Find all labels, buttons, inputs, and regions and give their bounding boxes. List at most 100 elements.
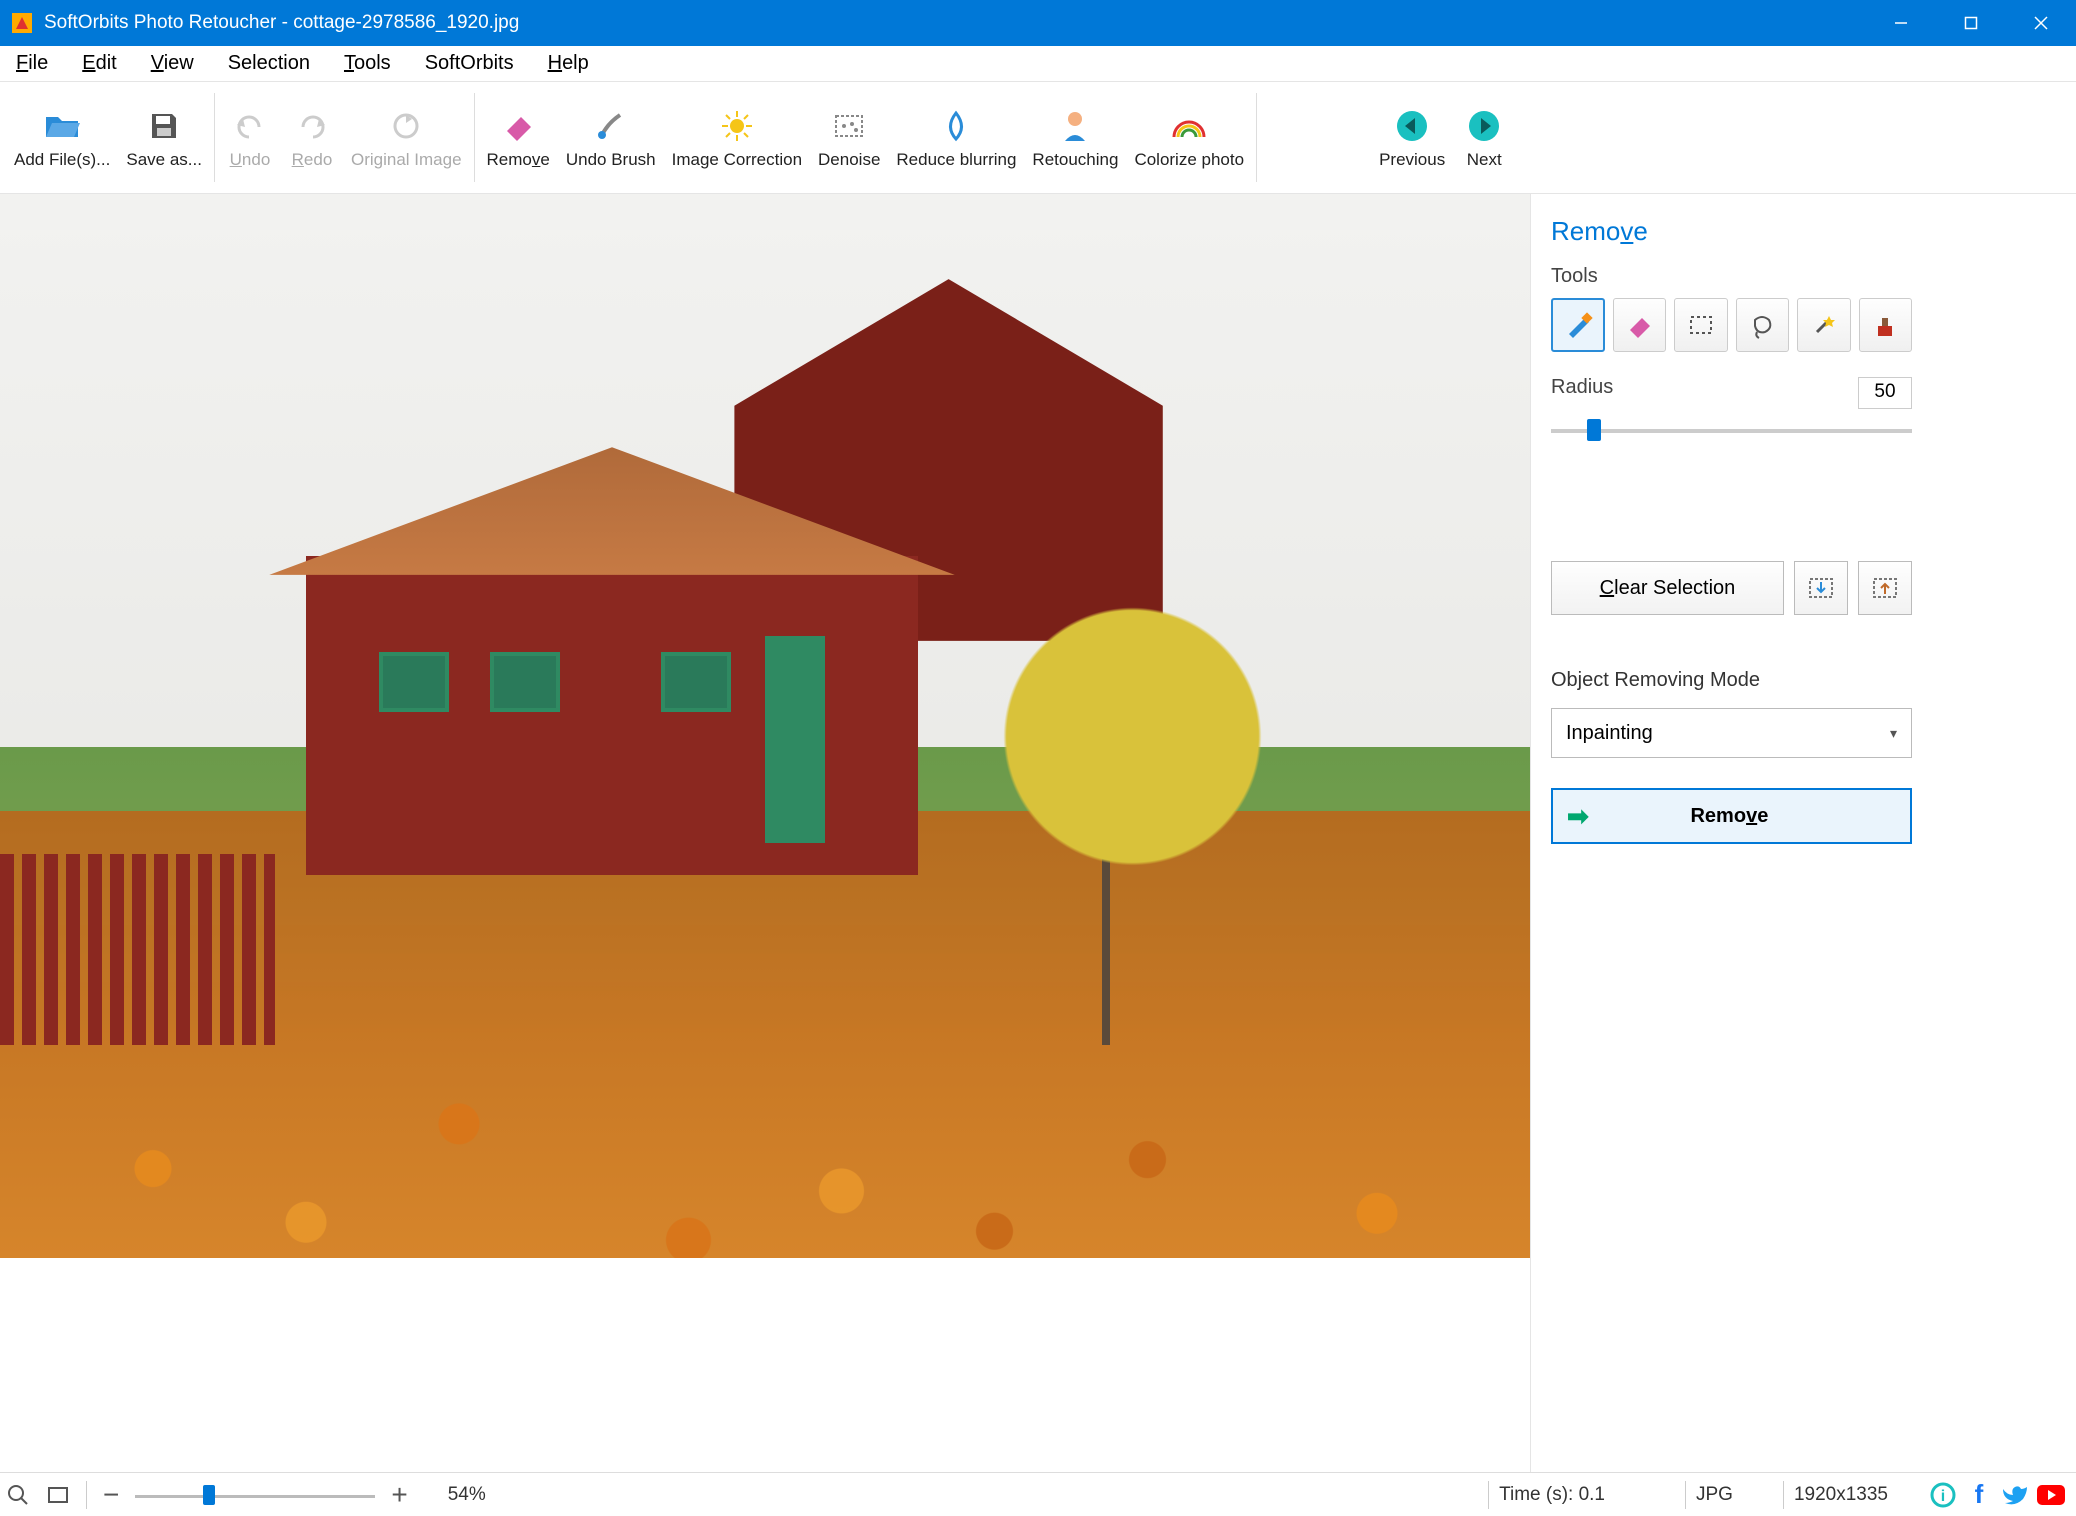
mode-value: Inpainting	[1566, 722, 1653, 745]
remove-action-label: Remove	[1690, 805, 1768, 828]
zoom-percent: 54%	[448, 1484, 486, 1506]
menu-tools[interactable]: Tools	[336, 50, 399, 77]
status-bar: − + 54% Time (s): 0.1 JPG 1920x1335 i f	[0, 1472, 2076, 1516]
menu-softorbits[interactable]: SoftOrbits	[417, 50, 522, 77]
brush-icon	[594, 106, 628, 146]
original-image-label: Original Image	[351, 150, 462, 170]
tools-label: Tools	[1551, 265, 1912, 288]
next-label: Next	[1467, 150, 1502, 170]
arrow-left-circle-icon	[1395, 106, 1429, 146]
zoom-out-button[interactable]: −	[103, 1479, 119, 1511]
fit-screen-icon[interactable]	[46, 1483, 70, 1507]
mode-dropdown[interactable]: Inpainting ▾	[1551, 708, 1912, 758]
window-title: SoftOrbits Photo Retoucher - cottage-297…	[44, 12, 1866, 34]
redo-icon	[295, 106, 329, 146]
save-selection-button[interactable]	[1858, 561, 1912, 615]
retouching-button[interactable]: Retouching	[1024, 88, 1126, 187]
remove-tool-label: Remove	[487, 150, 550, 170]
close-button[interactable]	[2006, 0, 2076, 46]
remove-action-button[interactable]: ➡ Remove	[1551, 788, 1912, 844]
image-canvas[interactable]	[0, 194, 1530, 1258]
menu-view[interactable]: View	[143, 50, 202, 77]
remove-tool-button[interactable]: Remove	[479, 88, 558, 187]
redo-button[interactable]: Redo	[281, 88, 343, 187]
undo-button[interactable]: Undo	[219, 88, 281, 187]
window-controls	[1866, 0, 2076, 46]
menu-selection[interactable]: Selection	[220, 50, 318, 77]
marker-tool[interactable]	[1551, 298, 1605, 352]
save-icon	[148, 106, 180, 146]
side-panel: Remove Tools Radius 50 Clear Selection O…	[1530, 194, 1932, 1472]
magic-wand-tool[interactable]	[1797, 298, 1851, 352]
lasso-tool[interactable]	[1736, 298, 1790, 352]
reduce-blurring-button[interactable]: Reduce blurring	[888, 88, 1024, 187]
rainbow-icon	[1170, 106, 1208, 146]
colorize-photo-label: Colorize photo	[1134, 150, 1244, 170]
retouching-label: Retouching	[1032, 150, 1118, 170]
undo-brush-button[interactable]: Undo Brush	[558, 88, 664, 187]
undo-brush-label: Undo Brush	[566, 150, 656, 170]
menu-help[interactable]: Help	[540, 50, 597, 77]
tool-grid	[1551, 298, 1912, 352]
clear-selection-button[interactable]: Clear Selection	[1551, 561, 1784, 615]
app-icon	[10, 11, 34, 35]
image-correction-label: Image Correction	[672, 150, 802, 170]
title-bar: SoftOrbits Photo Retoucher - cottage-297…	[0, 0, 2076, 46]
denoise-icon	[832, 106, 866, 146]
sun-icon	[720, 106, 754, 146]
person-icon	[1060, 106, 1090, 146]
menu-edit[interactable]: Edit	[74, 50, 124, 77]
original-image-button[interactable]: Original Image	[343, 88, 470, 187]
radius-label: Radius	[1551, 376, 1613, 399]
next-button[interactable]: Next	[1453, 88, 1515, 187]
menu-bar: File Edit View Selection Tools SoftOrbit…	[0, 46, 2076, 82]
status-format: JPG	[1696, 1484, 1733, 1506]
panel-title: Remove	[1551, 216, 1912, 247]
facebook-icon[interactable]: f	[1964, 1480, 1994, 1510]
colorize-photo-button[interactable]: Colorize photo	[1126, 88, 1252, 187]
reduce-blurring-label: Reduce blurring	[896, 150, 1016, 170]
redo-label: Redo	[292, 150, 333, 170]
social-links: i f	[1928, 1480, 2066, 1510]
eraser-tool[interactable]	[1613, 298, 1667, 352]
save-as-button[interactable]: Save as...	[118, 88, 210, 187]
zoom-in-button[interactable]: +	[391, 1479, 407, 1511]
canvas-area	[0, 194, 1530, 1472]
twitter-icon[interactable]	[2000, 1480, 2030, 1510]
mode-label: Object Removing Mode	[1551, 669, 1912, 692]
save-as-label: Save as...	[126, 150, 202, 170]
radius-slider[interactable]	[1551, 417, 1912, 441]
main-area: Remove Tools Radius 50 Clear Selection O…	[0, 194, 2076, 1472]
toolbar: Add File(s)... Save as... Undo Redo Orig…	[0, 82, 2076, 194]
maximize-button[interactable]	[1936, 0, 2006, 46]
add-files-button[interactable]: Add File(s)...	[6, 88, 118, 187]
undo-label: Undo	[230, 150, 271, 170]
status-dimensions: 1920x1335	[1794, 1484, 1888, 1506]
rectangle-select-tool[interactable]	[1674, 298, 1728, 352]
load-selection-button[interactable]	[1794, 561, 1848, 615]
add-files-label: Add File(s)...	[14, 150, 110, 170]
info-icon[interactable]: i	[1928, 1480, 1958, 1510]
droplet-icon	[941, 106, 971, 146]
arrow-right-circle-icon	[1467, 106, 1501, 146]
arrow-right-icon: ➡	[1567, 801, 1589, 832]
clone-stamp-tool[interactable]	[1859, 298, 1913, 352]
menu-file[interactable]: File	[8, 50, 56, 77]
previous-button[interactable]: Previous	[1371, 88, 1453, 187]
status-time: Time (s): 0.1	[1499, 1484, 1605, 1506]
undo-icon	[233, 106, 267, 146]
svg-text:i: i	[1941, 1488, 1945, 1505]
denoise-button[interactable]: Denoise	[810, 88, 888, 187]
minimize-button[interactable]	[1866, 0, 1936, 46]
youtube-icon[interactable]	[2036, 1480, 2066, 1510]
image-correction-button[interactable]: Image Correction	[664, 88, 810, 187]
previous-label: Previous	[1379, 150, 1445, 170]
zoom-tool-icon[interactable]	[6, 1483, 30, 1507]
refresh-icon	[389, 106, 423, 146]
eraser-icon	[501, 106, 535, 146]
zoom-slider[interactable]	[135, 1485, 375, 1505]
denoise-label: Denoise	[818, 150, 880, 170]
radius-value[interactable]: 50	[1858, 377, 1912, 409]
chevron-down-icon: ▾	[1890, 725, 1897, 742]
folder-open-icon	[44, 106, 80, 146]
